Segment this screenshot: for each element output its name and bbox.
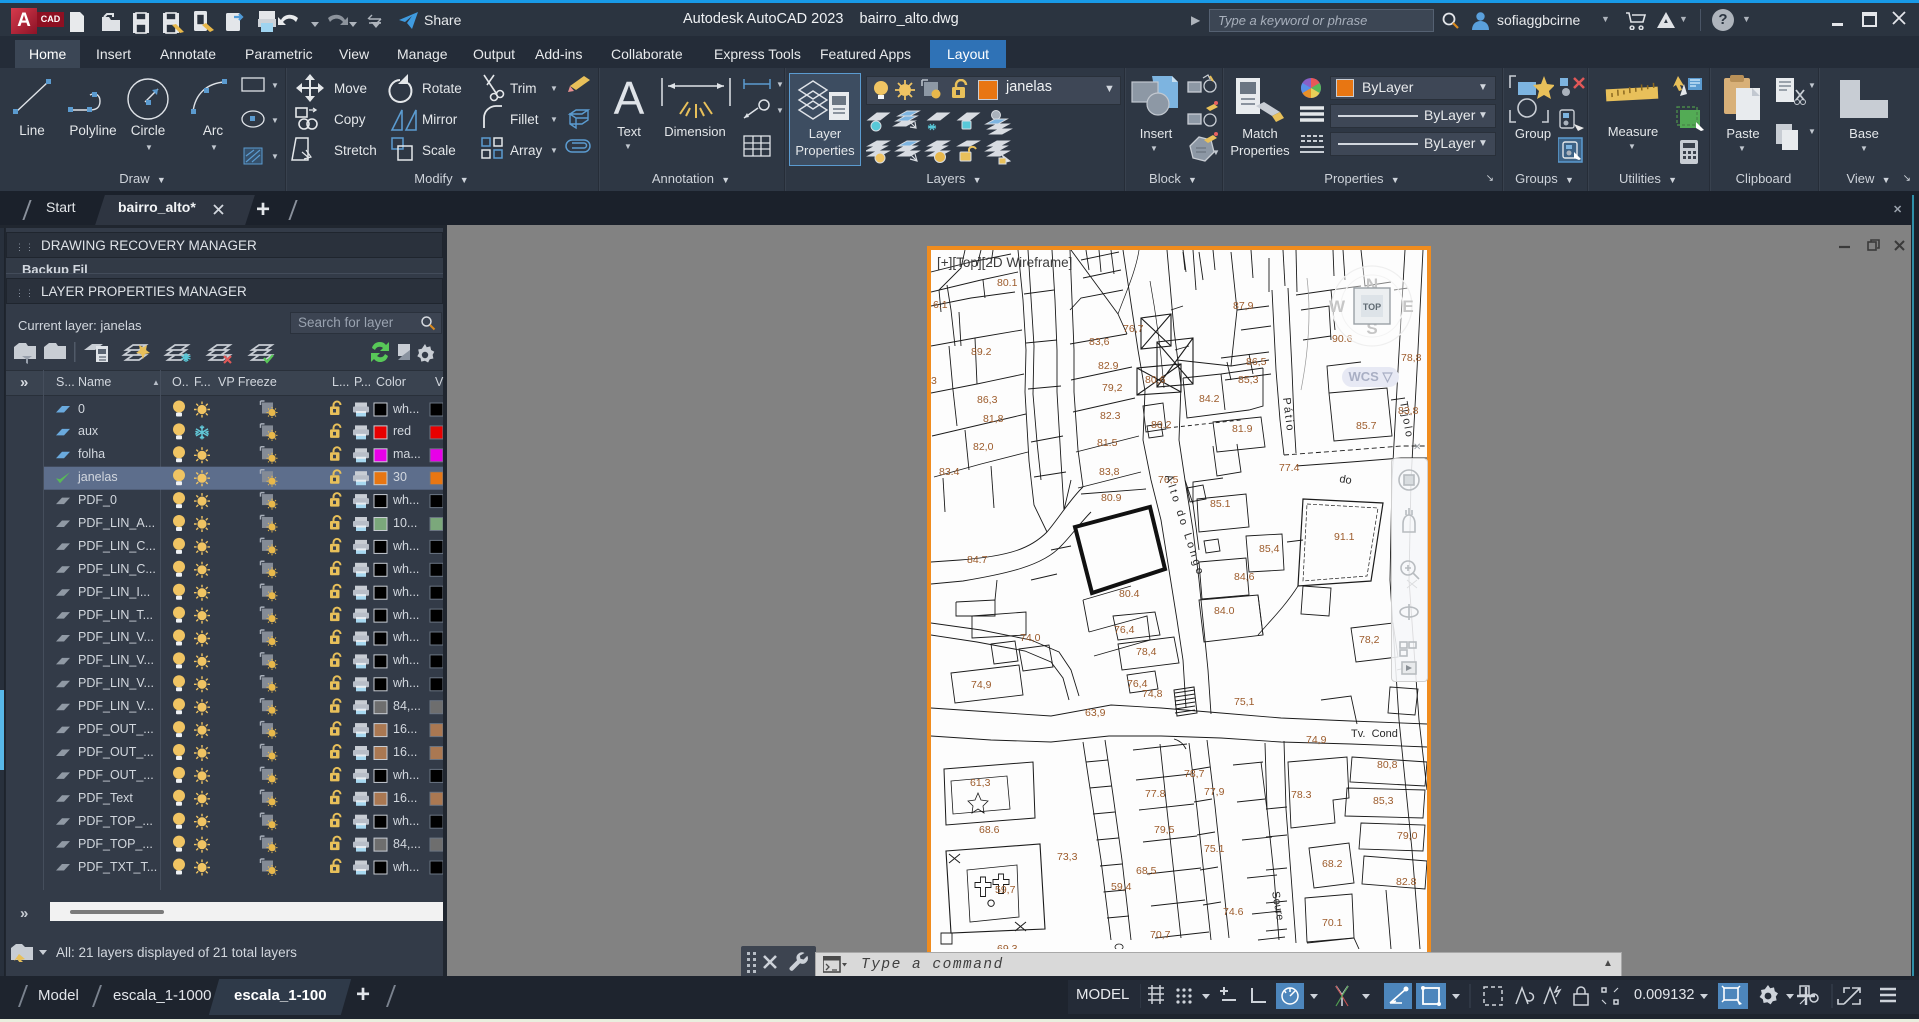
svg-text:Alto do Longo: Alto do Longo — [1162, 473, 1206, 578]
svg-text:84.2: 84.2 — [1199, 393, 1220, 405]
svg-text:do: do — [1338, 473, 1352, 487]
svg-text:86,5: 86,5 — [1246, 356, 1267, 368]
svg-text:77,9: 77,9 — [1204, 786, 1225, 798]
svg-text:Pátio: Pátio — [1280, 397, 1296, 433]
svg-text:78.3: 78.3 — [1291, 789, 1312, 801]
svg-text:74.6: 74.6 — [1223, 906, 1244, 918]
svg-text:74,8: 74,8 — [1142, 688, 1163, 700]
svg-text:Copy: Copy — [334, 112, 366, 127]
svg-text:80.9: 80.9 — [1101, 492, 1122, 504]
svg-text:▼: ▼ — [550, 115, 558, 124]
svg-text:E: E — [1402, 297, 1413, 316]
svg-text:63,9: 63,9 — [1085, 707, 1106, 719]
svg-text:80,6: 80,6 — [1145, 374, 1166, 386]
svg-text:70,7: 70,7 — [1150, 929, 1171, 941]
svg-text:Array: Array — [510, 143, 543, 158]
svg-text:68.6: 68.6 — [979, 824, 1000, 836]
svg-text:79,0: 79,0 — [1397, 830, 1418, 842]
svg-text:81,8: 81,8 — [983, 413, 1004, 425]
svg-text:74,9: 74,9 — [1306, 734, 1327, 746]
svg-text:79,5: 79,5 — [1154, 824, 1175, 836]
svg-text:W: W — [1329, 297, 1346, 316]
svg-text:82,0: 82,0 — [973, 441, 994, 453]
svg-text:85.7: 85.7 — [1356, 420, 1377, 432]
svg-text:Polyline: Polyline — [69, 123, 116, 138]
svg-text:▼: ▼ — [271, 116, 278, 125]
svg-text:80.2: 80.2 — [1151, 419, 1172, 431]
svg-text:Mirror: Mirror — [422, 112, 458, 127]
svg-text:87,9: 87,9 — [1233, 300, 1254, 312]
svg-text:79,2: 79,2 — [1102, 382, 1123, 394]
svg-text:80,8: 80,8 — [1377, 759, 1398, 771]
svg-text:82.8: 82.8 — [1396, 876, 1417, 888]
svg-text:▼: ▼ — [550, 84, 558, 93]
svg-text:74,0: 74,0 — [1020, 632, 1041, 644]
svg-text:73,3: 73,3 — [1057, 851, 1078, 863]
svg-text:84.7: 84.7 — [967, 554, 988, 566]
svg-text:75,1: 75,1 — [1234, 696, 1255, 708]
svg-text:Fillet: Fillet — [510, 112, 539, 127]
svg-text:74,9: 74,9 — [971, 679, 992, 691]
svg-text:78,2: 78,2 — [1359, 634, 1380, 646]
svg-text:77.8: 77.8 — [1145, 788, 1166, 800]
svg-text:76,4: 76,4 — [1114, 624, 1135, 636]
svg-text:83,6: 83,6 — [1089, 336, 1110, 348]
svg-text:▼: ▼ — [1808, 127, 1816, 136]
svg-text:81.5: 81.5 — [1097, 437, 1118, 449]
svg-text:TOP: TOP — [1363, 302, 1381, 312]
svg-text:Soure: Soure — [1269, 890, 1286, 921]
svg-text:6.1: 6.1 — [933, 299, 948, 311]
svg-text:Tv. Cond: Tv. Cond — [1351, 728, 1398, 740]
svg-text:78,7: 78,7 — [1184, 768, 1205, 780]
svg-text:82.3: 82.3 — [1100, 410, 1121, 422]
svg-text:Stretch: Stretch — [334, 143, 377, 158]
svg-text:80.1: 80.1 — [997, 277, 1018, 289]
svg-text:▼: ▼ — [271, 152, 278, 161]
svg-text:85,3: 85,3 — [1373, 795, 1394, 807]
svg-text:80.4: 80.4 — [1119, 588, 1140, 600]
svg-text:89.2: 89.2 — [971, 346, 992, 358]
svg-text:81.9: 81.9 — [1232, 423, 1253, 435]
svg-text:86,3: 86,3 — [977, 394, 998, 406]
svg-text:59,4: 59,4 — [1111, 881, 1132, 893]
svg-text:▼: ▼ — [145, 143, 153, 152]
svg-text:Scale: Scale — [422, 143, 456, 158]
svg-text:68,5: 68,5 — [1136, 865, 1157, 877]
svg-text:Rotate: Rotate — [422, 81, 462, 96]
svg-text:Circle: Circle — [131, 123, 166, 138]
svg-text:▼: ▼ — [550, 146, 558, 155]
svg-text:▼: ▼ — [1808, 81, 1816, 90]
svg-text:▼: ▼ — [776, 80, 784, 89]
svg-text:77.4: 77.4 — [1279, 462, 1300, 474]
svg-text:75.1: 75.1 — [1204, 843, 1225, 855]
svg-text:84.0: 84.0 — [1214, 605, 1235, 617]
svg-text:Move: Move — [334, 81, 367, 96]
svg-text:85,4: 85,4 — [1259, 543, 1280, 555]
svg-text:76,7: 76,7 — [1123, 323, 1144, 335]
svg-text:59,7: 59,7 — [995, 884, 1016, 896]
svg-text:84,6: 84,6 — [1234, 571, 1255, 583]
svg-text:Trim: Trim — [510, 81, 537, 96]
svg-text:70.1: 70.1 — [1322, 917, 1343, 929]
svg-text:▼: ▼ — [776, 106, 784, 115]
svg-text:61,3: 61,3 — [970, 777, 991, 789]
svg-text:91.1: 91.1 — [1334, 531, 1355, 543]
svg-text:▼: ▼ — [210, 143, 218, 152]
svg-text:▼: ▼ — [271, 81, 278, 90]
svg-text:78,4: 78,4 — [1136, 646, 1157, 658]
svg-text:68.2: 68.2 — [1322, 858, 1343, 870]
svg-text:82.9: 82.9 — [1098, 360, 1119, 372]
svg-text:85.1: 85.1 — [1210, 498, 1231, 510]
svg-text:3: 3 — [931, 375, 937, 387]
svg-text:Arc: Arc — [203, 123, 224, 138]
svg-text:85,3: 85,3 — [1238, 374, 1259, 386]
svg-text:Line: Line — [19, 123, 45, 138]
svg-text:83,8: 83,8 — [1099, 466, 1120, 478]
svg-text:83.4: 83.4 — [939, 466, 960, 478]
